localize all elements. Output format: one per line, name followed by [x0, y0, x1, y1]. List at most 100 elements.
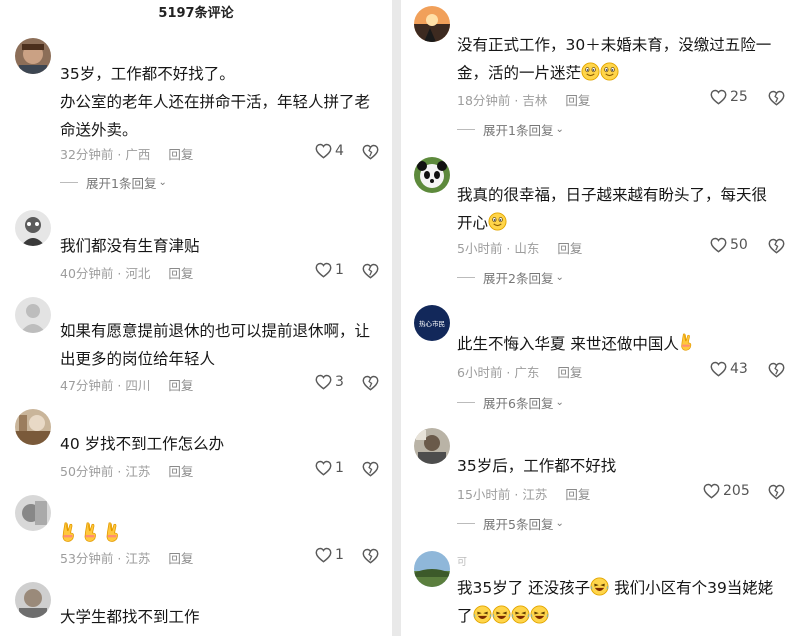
comment-region: 河北 — [125, 266, 151, 281]
dislike-button[interactable] — [362, 375, 379, 391]
dislike-button[interactable] — [768, 238, 785, 254]
broken-heart-icon — [768, 90, 785, 106]
broken-heart-icon — [362, 263, 379, 279]
heart-icon — [315, 460, 332, 476]
comment-line: 金，活的一片迷茫 — [457, 59, 771, 87]
expand-replies-button[interactable]: 展开2条回复 ⌄ — [457, 268, 564, 287]
comment-text: 35岁后，工作都不好找 — [457, 452, 616, 480]
dislike-button[interactable] — [768, 484, 785, 500]
username: 可 — [457, 557, 467, 568]
comment-time: 18分钟前 — [457, 93, 511, 108]
comment-line: 此生不悔入华夏 来世还做中国人 — [457, 330, 693, 358]
expand-replies-button[interactable]: 展开5条回复 ⌄ — [457, 514, 564, 533]
chevron-down-icon: ⌄ — [555, 397, 564, 408]
dislike-button[interactable] — [362, 548, 379, 564]
avatar[interactable]: 热心市民 — [414, 305, 450, 341]
like-button[interactable]: 205 — [703, 483, 750, 499]
avatar[interactable] — [15, 210, 51, 246]
expand-label: 展开1条回复 — [483, 123, 554, 138]
comment-region: 四川 — [125, 378, 151, 393]
dislike-button[interactable] — [362, 461, 379, 477]
divider-line — [457, 402, 475, 403]
avatar[interactable] — [414, 157, 450, 193]
like-button[interactable]: 4 — [315, 143, 344, 159]
comment-text: 我真的很幸福，日子越来越有盼头了，每天很 开心 — [457, 181, 767, 237]
avatar[interactable] — [414, 6, 450, 42]
reply-button[interactable]: 回复 — [557, 241, 582, 256]
comment-text — [60, 517, 120, 543]
dislike-button[interactable] — [768, 362, 785, 378]
heart-icon — [710, 89, 727, 105]
smile-emoji-icon — [581, 62, 600, 81]
comment-meta: 32分钟前 · 广西 回复 — [60, 147, 194, 162]
expand-replies-button[interactable]: 展开6条回复 ⌄ — [457, 393, 564, 412]
reply-button[interactable]: 回复 — [168, 551, 193, 566]
heart-icon — [710, 361, 727, 377]
avatar[interactable] — [414, 428, 450, 464]
dislike-button[interactable] — [362, 144, 379, 160]
comment-region: 江苏 — [125, 551, 151, 566]
comment-text: 如果有愿意提前退休的也可以提前退休啊，让 出更多的岗位给年轻人 — [60, 317, 370, 373]
chevron-down-icon: ⌄ — [158, 177, 167, 188]
reply-button[interactable]: 回复 — [557, 365, 582, 380]
smile-emoji-icon — [488, 212, 507, 231]
emoji-row — [60, 517, 120, 543]
reply-button[interactable]: 回复 — [565, 93, 590, 108]
expand-replies-button[interactable]: 展开1条回复 ⌄ — [60, 173, 167, 192]
avatar[interactable] — [414, 551, 450, 587]
left-comment-panel: 5197条评论 35岁，工作都不好找了。 办公室的老年人还在拼命干活，年轻人拼了… — [0, 0, 392, 636]
like-count: 4 — [335, 143, 344, 159]
reply-button[interactable]: 回复 — [168, 266, 193, 281]
reply-button[interactable]: 回复 — [168, 378, 193, 393]
dislike-button[interactable] — [362, 263, 379, 279]
like-button[interactable]: 1 — [315, 547, 344, 563]
reply-button[interactable]: 回复 — [565, 487, 590, 502]
comment-line: 我真的很幸福，日子越来越有盼头了，每天很 — [457, 186, 768, 204]
avatar[interactable] — [15, 582, 51, 618]
like-count: 50 — [730, 237, 748, 253]
avatar[interactable] — [15, 495, 51, 531]
like-button[interactable]: 1 — [315, 262, 344, 278]
comment-text: 35岁，工作都不好找了。 办公室的老年人还在拼命干活，年轻人拼了老 命送外卖。 — [60, 60, 370, 144]
comment-region: 山东 — [514, 241, 540, 256]
avatar[interactable] — [15, 409, 51, 445]
comment-region: 江苏 — [522, 487, 548, 502]
comment-text: 我们都没有生育津贴 — [60, 232, 200, 260]
like-button[interactable]: 3 — [315, 374, 344, 390]
broken-heart-icon — [768, 362, 785, 378]
like-count: 3 — [335, 374, 344, 390]
comment-meta: 40分钟前 · 河北 回复 — [60, 266, 194, 281]
avatar[interactable] — [15, 297, 51, 333]
comment-line: 了 — [457, 602, 773, 630]
like-button[interactable]: 43 — [710, 361, 748, 377]
laughing-crying-emoji-icon — [511, 605, 530, 624]
like-button[interactable]: 50 — [710, 237, 748, 253]
comment-meta: 50分钟前 · 江苏 回复 — [60, 464, 194, 479]
like-button[interactable]: 25 — [710, 89, 748, 105]
laughing-crying-emoji-icon — [530, 605, 549, 624]
comment-time: 53分钟前 — [60, 551, 114, 566]
broken-heart-icon — [362, 548, 379, 564]
laughing-crying-emoji-icon — [492, 605, 511, 624]
avatar[interactable] — [15, 38, 51, 74]
like-button[interactable]: 1 — [315, 460, 344, 476]
comment-text: 此生不悔入华夏 来世还做中国人 — [457, 330, 693, 358]
like-count: 25 — [730, 89, 748, 105]
divider-line — [60, 182, 78, 183]
like-count: 1 — [335, 262, 344, 278]
chevron-down-icon: ⌄ — [555, 518, 564, 529]
comment-time: 47分钟前 — [60, 378, 114, 393]
broken-heart-icon — [768, 238, 785, 254]
reply-button[interactable]: 回复 — [168, 147, 193, 162]
fingers-crossed-emoji-icon — [679, 332, 693, 352]
comment-line: 办公室的老年人还在拼命干活，年轻人拼了老 — [60, 93, 371, 111]
like-count: 1 — [335, 460, 344, 476]
reply-button[interactable]: 回复 — [168, 464, 193, 479]
comment-region: 广东 — [514, 365, 540, 380]
comment-text: 大学生都找不到工作 — [60, 603, 200, 631]
comment-text: 40 岁找不到工作怎么办 — [60, 430, 224, 458]
comment-meta: 15小时前 · 江苏 回复 — [457, 487, 591, 502]
expand-replies-button[interactable]: 展开1条回复 ⌄ — [457, 120, 564, 139]
dislike-button[interactable] — [768, 90, 785, 106]
laughing-crying-emoji-icon — [473, 605, 492, 624]
